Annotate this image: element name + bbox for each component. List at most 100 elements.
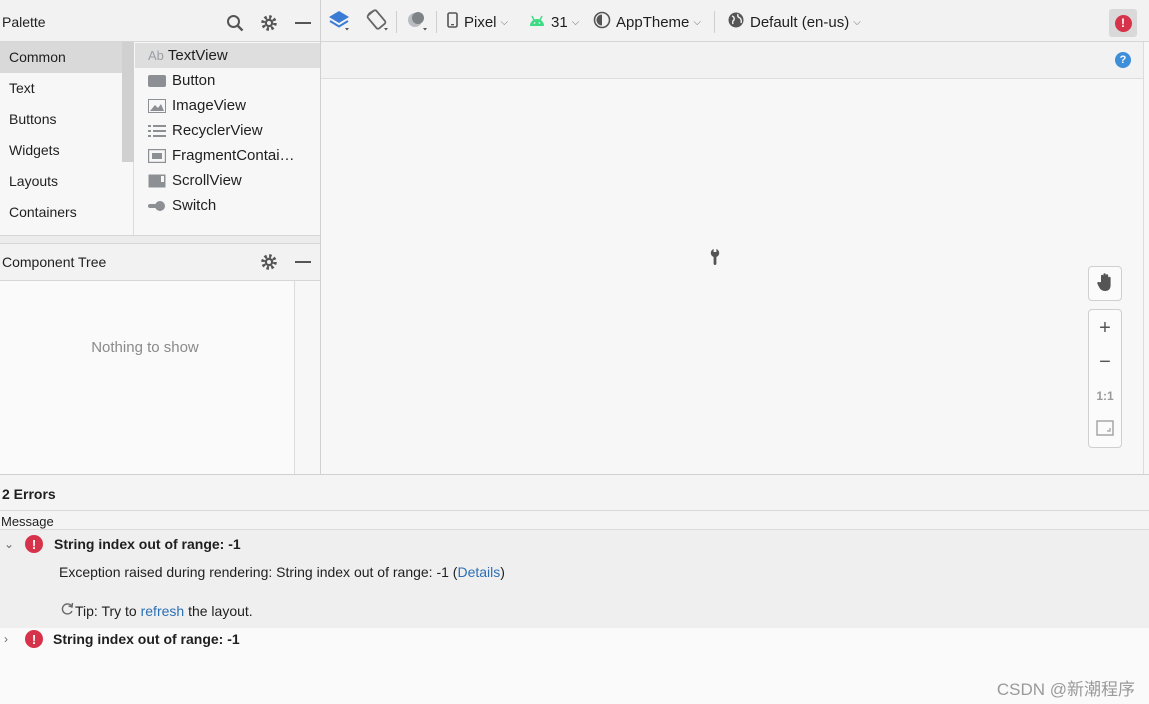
widget-recyclerview[interactable]: RecyclerView <box>135 118 320 143</box>
widget-label: RecyclerView <box>172 122 263 139</box>
locale-label: Default (en-us) <box>750 13 850 31</box>
globe-icon <box>727 11 745 33</box>
help-icon[interactable]: ? <box>1115 52 1131 68</box>
zoom-to-fit-button[interactable] <box>1089 413 1121 447</box>
hand-icon <box>1096 272 1114 295</box>
zoom-in-button[interactable]: + <box>1089 311 1121 345</box>
component-tree-body: Nothing to show <box>0 281 295 474</box>
issues-button[interactable]: ! <box>1109 9 1137 37</box>
refresh-link[interactable]: refresh <box>141 603 185 619</box>
widget-label: FragmentContai… <box>172 147 295 164</box>
android-icon <box>529 14 545 31</box>
category-layouts[interactable]: Layouts <box>0 166 122 197</box>
category-widgets[interactable]: Widgets <box>0 135 122 166</box>
error-icon: ! <box>25 535 43 553</box>
category-buttons[interactable]: Buttons <box>0 104 122 135</box>
toolbar-separator <box>436 11 437 33</box>
zoom-controls: + − 1:1 <box>1088 309 1122 448</box>
component-tree-header: Component Tree <box>0 244 320 281</box>
image-icon <box>148 98 166 113</box>
chevron-right-icon[interactable]: › <box>0 632 12 646</box>
category-containers[interactable]: Containers <box>0 197 122 228</box>
minimize-icon[interactable] <box>292 251 314 273</box>
error-item-collapsed[interactable]: › ! String index out of range: -1 <box>0 626 240 652</box>
zoom-out-button[interactable]: − <box>1089 345 1121 379</box>
api-level-selector[interactable]: 31 ⌵ <box>529 10 579 34</box>
zoom-actual-size-button[interactable]: 1:1 <box>1089 379 1121 413</box>
chevron-down-icon: ⌵ <box>693 16 701 28</box>
phone-icon <box>447 12 458 32</box>
error-detail: Exception raised during rendering: Strin… <box>59 564 505 580</box>
wrench-icon <box>708 248 722 269</box>
errors-header: 2 Errors <box>0 475 1149 511</box>
design-canvas[interactable] <box>321 79 1144 474</box>
search-icon[interactable] <box>224 12 246 34</box>
error-item-expanded[interactable]: ⌄ ! String index out of range: -1 Except… <box>0 530 1149 628</box>
textview-icon: Ab <box>148 48 164 63</box>
widget-label: Button <box>172 72 216 89</box>
palette-title: Palette <box>2 14 46 30</box>
theme-icon <box>593 11 611 33</box>
error-title: String index out of range: -1 <box>53 631 240 647</box>
fragment-icon <box>148 148 166 163</box>
widget-label: ScrollView <box>172 172 242 189</box>
component-tree-title: Component Tree <box>2 254 107 270</box>
error-icon: ! <box>25 630 43 648</box>
widget-button[interactable]: Button <box>135 68 320 93</box>
minimize-icon[interactable] <box>292 12 314 34</box>
canvas-subbar: ? <box>321 42 1144 79</box>
locale-selector[interactable]: Default (en-us) ⌵ <box>727 10 861 34</box>
switch-icon <box>148 199 166 213</box>
widget-textview[interactable]: Ab TextView <box>135 43 320 68</box>
category-common[interactable]: Common <box>0 42 122 73</box>
gear-icon[interactable] <box>258 251 280 273</box>
panel-divider[interactable] <box>0 235 320 244</box>
category-text[interactable]: Text <box>0 73 122 104</box>
rotate-icon <box>365 9 389 35</box>
palette-header: Palette <box>0 0 320 42</box>
theme-selector[interactable]: AppTheme ⌵ <box>593 10 701 34</box>
widget-switch[interactable]: Switch <box>135 193 320 218</box>
errors-list-remaining: › ! String index out of range: -1 <box>0 628 1149 704</box>
night-mode-button[interactable] <box>405 10 429 34</box>
chevron-down-icon: ⌵ <box>571 16 580 28</box>
widget-label: Switch <box>172 197 217 214</box>
theme-label: AppTheme <box>616 13 690 31</box>
canvas-border <box>1143 42 1144 474</box>
tip-text: Tip: Try to <box>75 602 137 619</box>
widget-label: TextView <box>167 47 228 64</box>
error-detail-text: Exception raised during rendering: Strin… <box>59 564 458 580</box>
layers-icon <box>327 9 351 35</box>
error-title-row[interactable]: ⌄ ! String index out of range: -1 <box>0 531 241 557</box>
message-column-header[interactable]: Message <box>0 511 1149 530</box>
pan-button[interactable] <box>1088 266 1122 301</box>
details-link[interactable]: Details <box>457 564 500 580</box>
widget-scrollview[interactable]: ScrollView <box>135 168 320 193</box>
design-surface-button[interactable] <box>327 10 351 34</box>
tip-suffix: the layout. <box>188 602 253 619</box>
scrollview-icon <box>148 174 166 188</box>
palette-widgets: Ab TextView Button ImageView RecyclerVie… <box>135 42 320 235</box>
error-tip: Tip: Try to refresh the layout. <box>60 602 253 619</box>
message-column-title: Message <box>1 514 54 529</box>
design-toolbar: Pixel ⌵ 31 ⌵ AppTheme ⌵ Default (en-us) … <box>321 0 1149 42</box>
errors-count: 2 Errors <box>2 486 56 502</box>
chevron-down-icon: ⌵ <box>500 16 509 28</box>
chevron-down-icon: ⌵ <box>853 16 861 28</box>
device-label: Pixel <box>464 13 497 31</box>
widget-imageview[interactable]: ImageView <box>135 93 320 118</box>
categories-scrollbar[interactable] <box>122 42 134 162</box>
device-selector[interactable]: Pixel ⌵ <box>447 10 508 34</box>
refresh-icon <box>60 602 74 619</box>
widget-fragmentcontainer[interactable]: FragmentContai… <box>135 143 320 168</box>
toolbar-separator <box>396 11 397 33</box>
gear-icon[interactable] <box>258 12 280 34</box>
night-mode-icon <box>405 9 429 35</box>
button-icon <box>148 74 166 88</box>
chevron-down-icon[interactable]: ⌄ <box>0 537 18 551</box>
error-detail-suffix: ) <box>500 564 505 580</box>
widget-label: ImageView <box>172 97 246 114</box>
palette-categories: Common Text Buttons Widgets Layouts Cont… <box>0 42 134 235</box>
orientation-button[interactable] <box>365 9 389 35</box>
list-icon <box>148 124 166 138</box>
